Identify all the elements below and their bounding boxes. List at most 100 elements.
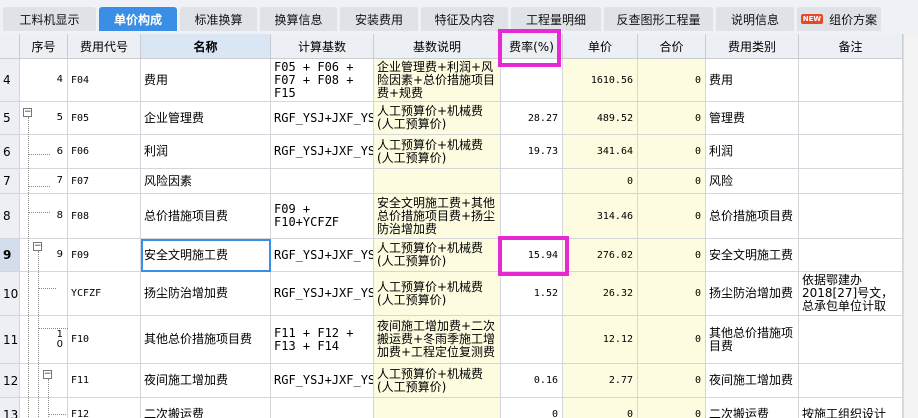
cell-note[interactable] xyxy=(799,364,903,398)
cell-base[interactable] xyxy=(271,169,374,194)
tab-pricing-plan[interactable]: NEW 组价方案 xyxy=(797,7,881,31)
header-col-rate[interactable]: 费率(%) xyxy=(501,34,563,59)
cell-category[interactable]: 费用 xyxy=(706,59,799,102)
row-number[interactable]: 10 xyxy=(0,272,20,316)
cell-price[interactable]: 0 xyxy=(563,169,638,194)
cell-base[interactable]: RGF_YSJ+JXF_YSJ xyxy=(271,239,374,272)
cell-base-desc[interactable] xyxy=(374,398,501,418)
collapse-minus-icon[interactable]: − xyxy=(43,370,52,379)
row-number[interactable]: 6 xyxy=(0,135,20,169)
cell-code[interactable]: YCFZF xyxy=(68,272,141,316)
table-row[interactable]: 4 4 F04 费用 F05 + F06 + F07 + F08 + F15 企业管理费+… xyxy=(0,59,918,102)
cell-total[interactable]: 0 xyxy=(638,272,706,316)
cell-note[interactable]: 按施工组织设计 xyxy=(799,398,903,418)
cell-base[interactable]: F05 + F06 + F07 + F08 + F15 xyxy=(271,59,374,102)
cell-base-desc[interactable]: 人工预算价+机械费(人工预算价) xyxy=(374,364,501,398)
header-col-name[interactable]: 名称 xyxy=(141,34,271,59)
cell-base-desc[interactable]: 人工预算价+机械费(人工预算价) xyxy=(374,135,501,169)
table-row[interactable]: 13 F12 二次搬运费 0 0 0 二次搬运费 按施工组织设计 xyxy=(0,398,918,418)
cell-base-desc[interactable]: 安全文明施工费+其他总价措施项目费+扬尘防治增加费 xyxy=(374,194,501,239)
cell-base[interactable]: F11 + F12 + F13 + F14 xyxy=(271,316,374,364)
header-col-base[interactable]: 计算基数 xyxy=(271,34,374,59)
cell-note[interactable] xyxy=(799,194,903,239)
cell-rate[interactable]: 28.27 xyxy=(501,102,563,135)
row-number[interactable]: 8 xyxy=(0,194,20,239)
cell-note[interactable] xyxy=(799,239,903,272)
tab-conversion-info[interactable]: 换算信息 xyxy=(260,7,337,31)
cell-base[interactable]: RGF_YSJ+JXF_YSJ xyxy=(271,364,374,398)
header-col-price[interactable]: 单价 xyxy=(563,34,638,59)
cell-price[interactable]: 0 xyxy=(563,398,638,418)
cell-base[interactable]: F09 + F10+YCFZF xyxy=(271,194,374,239)
cell-code[interactable]: F09 xyxy=(68,239,141,272)
table-row[interactable]: 7 7 F07 风险因素 0 0 风险 xyxy=(0,169,918,194)
cell-price[interactable]: 276.02 xyxy=(563,239,638,272)
cell-code[interactable]: F04 xyxy=(68,59,141,102)
table-row[interactable]: 8 8 F08 总价措施项目费 F09 + F10+YCFZF 安全文明施工费+其他总价措… xyxy=(0,194,918,239)
cell-base-desc[interactable]: 人工预算价+机械费(人工预算价) xyxy=(374,239,501,272)
row-number[interactable]: 4 xyxy=(0,59,20,102)
cell-total[interactable]: 0 xyxy=(638,316,706,364)
cell-category[interactable]: 二次搬运费 xyxy=(706,398,799,418)
row-number[interactable]: 13 xyxy=(0,398,20,418)
cell-category[interactable]: 扬尘防治增加费 xyxy=(706,272,799,316)
cell-rate[interactable]: 15.94 xyxy=(501,239,563,272)
cell-price[interactable]: 1610.56 xyxy=(563,59,638,102)
cell-name[interactable]: 扬尘防治增加费 xyxy=(141,272,271,316)
cell-price[interactable]: 12.12 xyxy=(563,316,638,364)
cell-total[interactable]: 0 xyxy=(638,398,706,418)
cell-name[interactable]: 安全文明施工费 xyxy=(141,239,271,272)
row-number[interactable]: 12 xyxy=(0,364,20,398)
row-number[interactable]: 9 xyxy=(0,239,20,272)
cell-rate[interactable] xyxy=(501,169,563,194)
cell-seq[interactable]: 4 xyxy=(20,59,68,102)
header-col-seq[interactable]: 序号 xyxy=(20,34,68,59)
header-col-total[interactable]: 合价 xyxy=(638,34,706,59)
tab-description[interactable]: 说明信息 xyxy=(716,7,794,31)
collapse-minus-icon[interactable]: − xyxy=(23,108,32,117)
cell-code[interactable]: F08 xyxy=(68,194,141,239)
cell-name[interactable]: 其他总价措施项目费 xyxy=(141,316,271,364)
cell-base[interactable]: RGF_YSJ+JXF_YSJ xyxy=(271,102,374,135)
cell-base-desc[interactable]: 夜间施工增加费+二次搬运费+冬雨季施工增加费+工程定位复测费 xyxy=(374,316,501,364)
cell-name[interactable]: 夜间施工增加费 xyxy=(141,364,271,398)
row-number[interactable]: 5 xyxy=(0,102,20,135)
cell-code[interactable]: F11 xyxy=(68,364,141,398)
cell-total[interactable]: 0 xyxy=(638,364,706,398)
cell-rate[interactable] xyxy=(501,59,563,102)
cell-price[interactable]: 314.46 xyxy=(563,194,638,239)
row-number[interactable]: 11 xyxy=(0,316,20,364)
cell-note[interactable]: 依据鄂建办2018[27]号文，总承包单位计取 xyxy=(799,272,903,316)
cell-price[interactable]: 341.64 xyxy=(563,135,638,169)
row-number[interactable]: 7 xyxy=(0,169,20,194)
tab-material-machine[interactable]: 工料机显示 xyxy=(3,7,96,31)
header-col-note[interactable]: 备注 xyxy=(799,34,903,59)
cell-note[interactable] xyxy=(799,102,903,135)
cell-total[interactable]: 0 xyxy=(638,194,706,239)
cell-total[interactable]: 0 xyxy=(638,59,706,102)
cell-base-desc[interactable]: 企业管理费+利润+风险因素+总价措施项目费+规费 xyxy=(374,59,501,102)
cell-category[interactable]: 利润 xyxy=(706,135,799,169)
tab-features-content[interactable]: 特征及内容 xyxy=(421,7,508,31)
cell-price[interactable]: 489.52 xyxy=(563,102,638,135)
cell-total[interactable]: 0 xyxy=(638,102,706,135)
cell-price[interactable]: 2.77 xyxy=(563,364,638,398)
cell-name[interactable]: 二次搬运费 xyxy=(141,398,271,418)
cell-base-desc[interactable]: 人工预算价+机械费(人工预算价) xyxy=(374,102,501,135)
cell-category[interactable]: 夜间施工增加费 xyxy=(706,364,799,398)
header-col-base-desc[interactable]: 基数说明 xyxy=(374,34,501,59)
cell-rate[interactable]: 1.52 xyxy=(501,272,563,316)
header-col-category[interactable]: 费用类别 xyxy=(706,34,799,59)
cell-code[interactable]: F10 xyxy=(68,316,141,364)
tab-standard-conversion[interactable]: 标准换算 xyxy=(180,7,257,31)
cell-code[interactable]: F12 xyxy=(68,398,141,418)
collapse-minus-icon[interactable]: − xyxy=(33,242,42,251)
cell-price[interactable]: 26.32 xyxy=(563,272,638,316)
cell-category[interactable]: 其他总价措施项目费 xyxy=(706,316,799,364)
cell-rate[interactable]: 0.16 xyxy=(501,364,563,398)
cell-total[interactable]: 0 xyxy=(638,239,706,272)
tab-unit-price-composition[interactable]: 单价构成 xyxy=(99,7,177,31)
cell-base[interactable]: RGF_YSJ+JXF_YSJ xyxy=(271,272,374,316)
cell-base-desc[interactable] xyxy=(374,169,501,194)
cell-rate[interactable] xyxy=(501,194,563,239)
